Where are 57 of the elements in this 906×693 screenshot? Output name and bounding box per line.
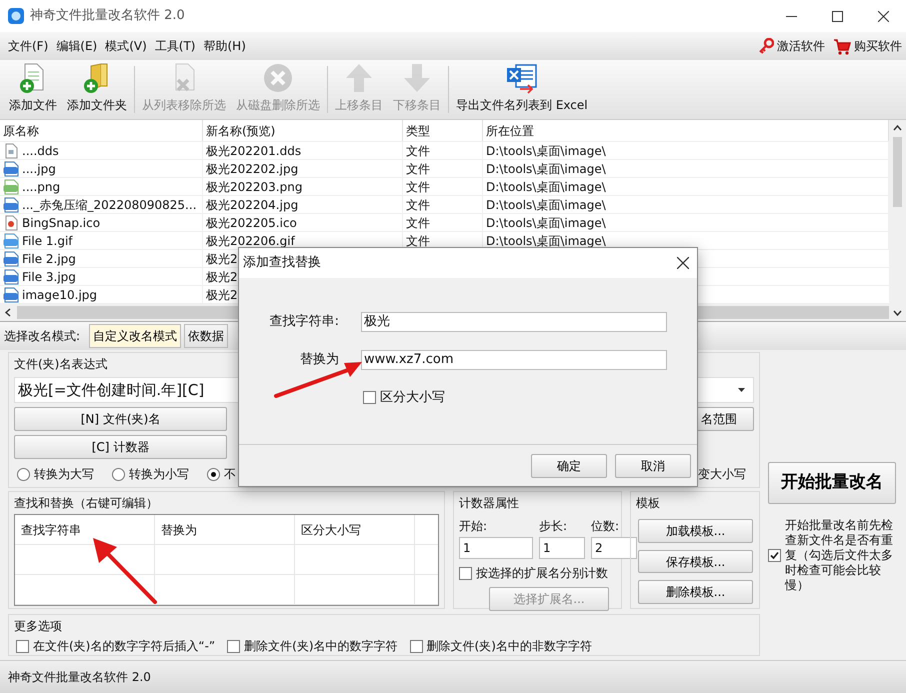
table-cell-text: 文件 [406,142,430,159]
file-name: File 1.gif [22,232,73,249]
checkbox-label: 开始批量改名前先检查新文件名是否有重复（勾选后文件太多时检查可能会比较慢） [785,518,894,593]
field-label: 开始: [459,518,488,535]
table-cell-text: 极光202202.jpg [206,160,298,177]
table-cell-text: 极光202206.gif [206,232,295,249]
table-cell-text: D:\tools\桌面\image\ [486,214,606,231]
table-cell-text: 文件 [406,160,430,177]
checkbox-label: 删除文件(夹)名中的数字字符 [244,638,398,655]
file-name: File 3.jpg [22,268,76,285]
radio-label: 转换为小写 [129,466,189,483]
table-cell-text: 文件 [406,196,430,213]
radio-label: 转换为大写 [34,466,94,483]
table-cell-text: 文件 [406,232,430,249]
table-cell-text: D:\tools\桌面\image\ [486,196,606,213]
column-header: 替换为 [161,522,197,538]
window-title: 神奇文件批量改名软件 2.0 [30,7,185,26]
table-cell-text: 极光2 [206,250,238,267]
radio-label: 变大小写 [698,466,746,483]
table-cell-text: 极光2 [206,268,238,285]
table-cell-text: 极光202204.jpg [206,196,298,213]
column-header: 查找字符串 [21,522,81,538]
file-name: ....jpg [22,160,56,177]
file-name: image10.jpg [22,286,98,303]
file-name: ....dds [22,142,59,159]
table-cell-text: 极光202201.dds [206,142,302,159]
file-name: BingSnap.ico [22,214,100,231]
table-cell-text: D:\tools\桌面\image\ [486,178,606,195]
mode-label: 选择改名模式: [4,328,80,345]
radio-label: 不 [224,466,236,483]
checkbox-label: 在文件(夹)名的数字字符后插入“-” [33,638,216,655]
field-label: 步长: [539,518,568,535]
group-title: 计数器属性 [459,495,519,512]
dialog-title: 添加查找替换 [243,254,322,272]
checkbox-label: 按选择的扩展名分别计数 [476,565,608,582]
file-name: ....png [22,178,60,195]
checkbox-label: 删除文件(夹)名中的非数字字符 [426,638,592,655]
status-text: 神奇文件批量改名软件 2.0 [8,669,151,686]
table-cell-text: 极光202203.png [206,178,302,195]
field-label: 替换为 [300,351,339,370]
table-cell-text: D:\tools\桌面\image\ [486,232,606,249]
file-name: File 2.jpg [22,250,76,267]
table-cell-text: 文件 [406,214,430,231]
group-title: 模板 [636,495,660,512]
field-label: 位数: [591,518,620,535]
table-cell-text: 文件 [406,178,430,195]
table-cell-text: 极光2 [206,286,238,303]
table-cell-text: D:\tools\桌面\image\ [486,160,606,177]
group-title: 查找和替换（右键可编辑） [14,495,158,512]
group-title: 文件(夹)名表达式 [14,356,108,373]
column-header: 区分大小写 [301,522,361,538]
table-cell-text: D:\tools\桌面\image\ [486,142,606,159]
group-title: 更多选项 [14,618,62,635]
checkbox-label: 区分大小写 [380,389,445,407]
field-label: 查找字符串: [270,313,339,332]
file-name: ..._赤兔压缩_202208090825... [22,196,197,213]
table-cell-text: 极光202205.ico [206,214,297,231]
